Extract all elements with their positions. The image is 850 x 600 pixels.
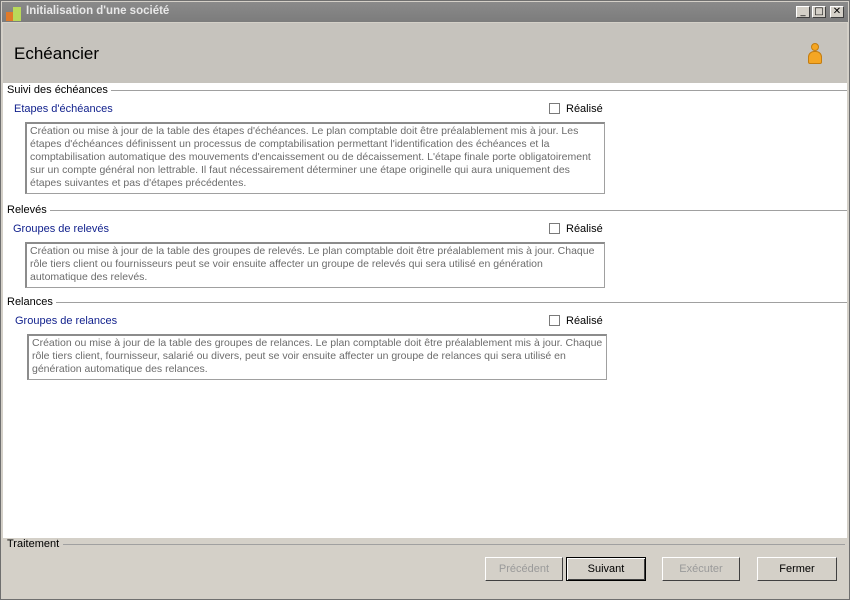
execute-button[interactable]: Exécuter	[662, 557, 740, 581]
main-content: Suivi des échéances Etapes d'échéances R…	[3, 83, 847, 538]
app-logo-icon	[6, 6, 21, 21]
link-groupes-relances[interactable]: Groupes de relances	[15, 315, 117, 327]
page-title: Echéancier	[14, 44, 100, 63]
window-title: Initialisation d'une société	[26, 5, 170, 17]
user-icon[interactable]	[807, 43, 823, 65]
link-etapes-echeances[interactable]: Etapes d'échéances	[14, 103, 113, 115]
footer-title: Traitement	[7, 538, 60, 550]
app-window: Initialisation d'une société _ □ ✕ Echéa…	[0, 0, 850, 600]
description-relances: Création ou mise à jour de la table des …	[27, 334, 607, 380]
footer-divider	[63, 544, 845, 545]
section-title-releves: Relevés	[7, 204, 50, 216]
next-button[interactable]: Suivant	[566, 557, 646, 581]
link-groupes-releves[interactable]: Groupes de relevés	[13, 223, 109, 235]
checkbox-label-realise[interactable]: Réalisé	[566, 223, 603, 235]
page-header: Echéancier	[3, 23, 847, 83]
maximize-button[interactable]: □	[812, 6, 826, 18]
close-button[interactable]: Fermer	[757, 557, 837, 581]
section-title-relances: Relances	[7, 296, 56, 308]
minimize-button[interactable]: _	[796, 6, 810, 18]
description-etapes: Création ou mise à jour de la table des …	[25, 122, 605, 194]
checkbox-realise-relances[interactable]	[549, 315, 560, 326]
checkbox-label-realise[interactable]: Réalisé	[566, 315, 603, 327]
title-bar[interactable]: Initialisation d'une société _ □ ✕	[2, 2, 848, 22]
checkbox-label-realise[interactable]: Réalisé	[566, 103, 603, 115]
description-releves: Création ou mise à jour de la table des …	[25, 242, 605, 288]
checkbox-realise-releves[interactable]	[549, 223, 560, 234]
checkbox-realise-etapes[interactable]	[549, 103, 560, 114]
close-window-button[interactable]: ✕	[830, 6, 844, 18]
previous-button[interactable]: Précédent	[485, 557, 563, 581]
section-title-suivi: Suivi des échéances	[7, 84, 111, 96]
